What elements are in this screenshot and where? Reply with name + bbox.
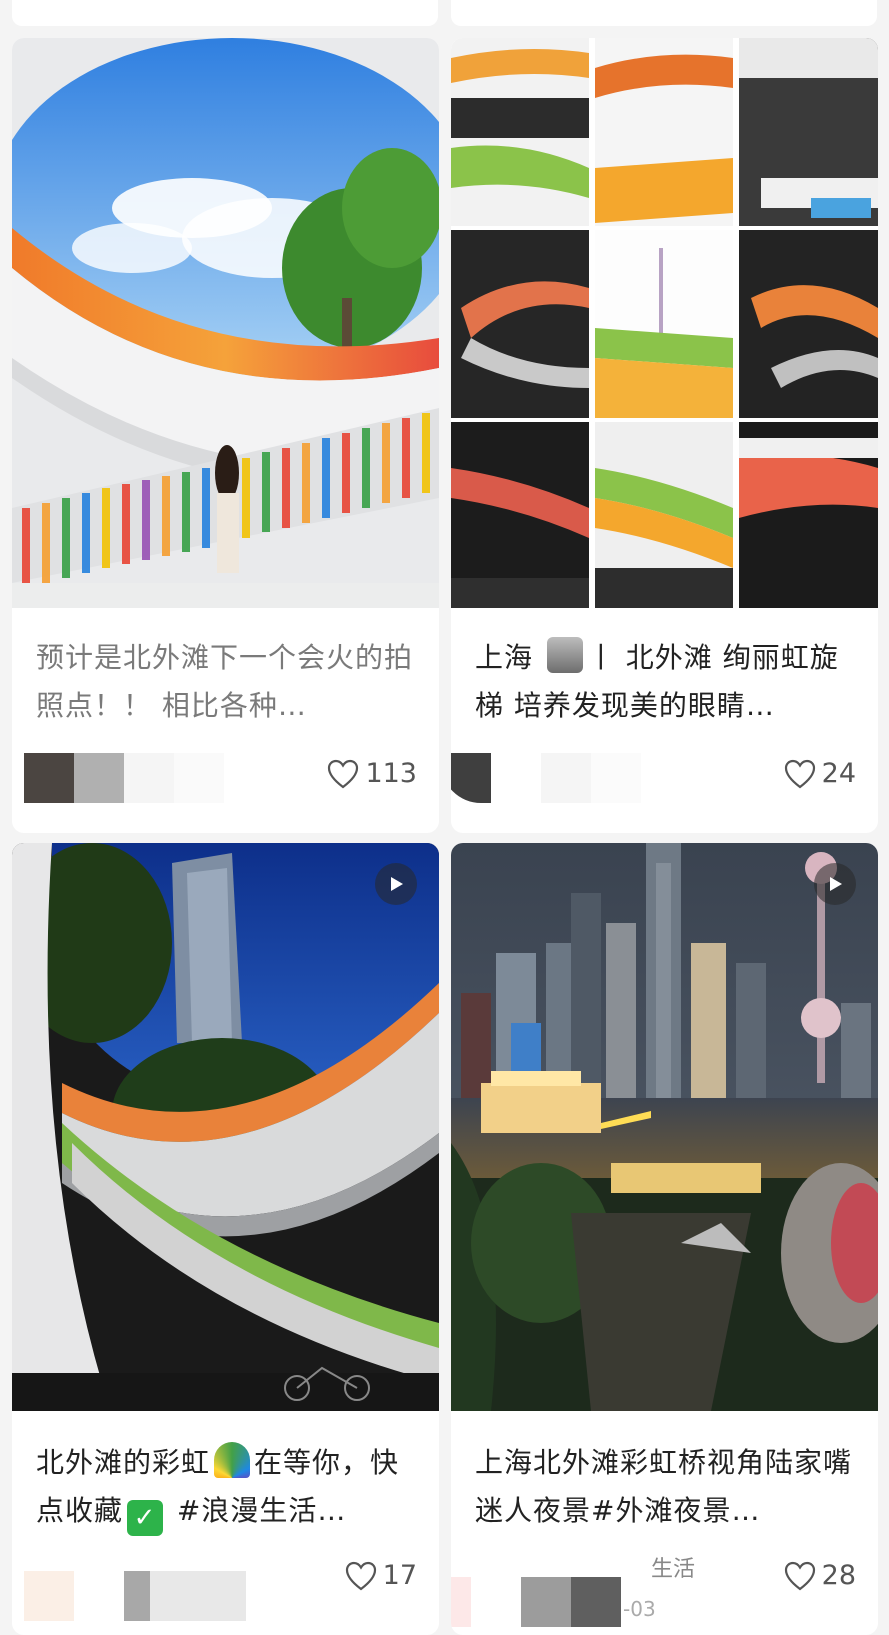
author-avatar-redacted[interactable] — [24, 1571, 246, 1621]
note-cover-image[interactable] — [12, 843, 439, 1411]
note-card[interactable]: 北外滩的彩虹 在等你，快点收藏 ✓ #浪漫生活… 17 — [12, 843, 439, 1635]
like-button[interactable]: 24 — [784, 758, 856, 789]
like-button[interactable]: 28 — [784, 1560, 856, 1591]
notes-feed: 预计是北外滩下一个会火的拍照点！！ 相比各种… 113 上海 丨 北外滩 绚丽虹… — [0, 0, 889, 1635]
author-name[interactable]: 生活 — [651, 1551, 695, 1583]
note-title[interactable]: 预计是北外滩下一个会火的拍照点！！ 相比各种… — [36, 634, 417, 730]
note-cover-image[interactable] — [12, 38, 439, 608]
note-card[interactable]: 上海 丨 北外滩 绚丽虹旋梯 培养发现美的眼睛… 24 — [451, 38, 878, 833]
note-title-part: #浪漫生活… — [167, 1494, 347, 1527]
heart-outline-icon — [345, 1561, 376, 1590]
like-button[interactable]: 113 — [327, 758, 417, 789]
heart-outline-icon — [784, 1561, 815, 1590]
note-footer: 17 — [12, 1545, 439, 1635]
heart-outline-icon — [328, 759, 359, 788]
note-title-part: 北外滩的彩虹 — [36, 1446, 211, 1479]
like-count: 28 — [821, 1560, 856, 1591]
post-date: -03 — [623, 1597, 656, 1621]
note-footer: 24 — [451, 743, 878, 833]
author-avatar-redacted[interactable] — [451, 753, 641, 803]
note-title-part: 上海 — [475, 641, 543, 674]
note-title[interactable]: 上海 丨 北外滩 绚丽虹旋梯 培养发现美的眼睛… — [475, 634, 856, 730]
like-button[interactable]: 17 — [345, 1560, 417, 1591]
play-icon[interactable] — [375, 863, 417, 905]
heart-outline-icon — [784, 759, 815, 788]
note-footer: 生活 -03 28 — [451, 1545, 878, 1635]
camera-flash-emoji — [546, 637, 583, 673]
like-count: 17 — [382, 1560, 417, 1591]
like-count: 113 — [365, 758, 417, 789]
previous-card-bottom — [451, 0, 877, 26]
like-count: 24 — [821, 758, 856, 789]
check-mark-emoji: ✓ — [127, 1500, 164, 1536]
note-title[interactable]: 上海北外滩彩虹桥视角陆家嘴迷人夜景#外滩夜景… — [475, 1439, 856, 1535]
rainbow-emoji — [214, 1442, 251, 1478]
note-title[interactable]: 北外滩的彩虹 在等你，快点收藏 ✓ #浪漫生活… — [36, 1439, 417, 1536]
note-card[interactable]: 上海北外滩彩虹桥视角陆家嘴迷人夜景#外滩夜景… 生活 -03 28 — [451, 843, 878, 1635]
previous-card-bottom — [12, 0, 438, 26]
author-avatar-redacted[interactable] — [24, 753, 224, 803]
note-cover-image[interactable] — [451, 843, 878, 1411]
note-cover-image[interactable] — [451, 38, 878, 608]
play-icon[interactable] — [814, 863, 856, 905]
note-card[interactable]: 预计是北外滩下一个会火的拍照点！！ 相比各种… 113 — [12, 38, 439, 833]
note-footer: 113 — [12, 743, 439, 833]
author-avatar-redacted[interactable] — [451, 1577, 621, 1627]
